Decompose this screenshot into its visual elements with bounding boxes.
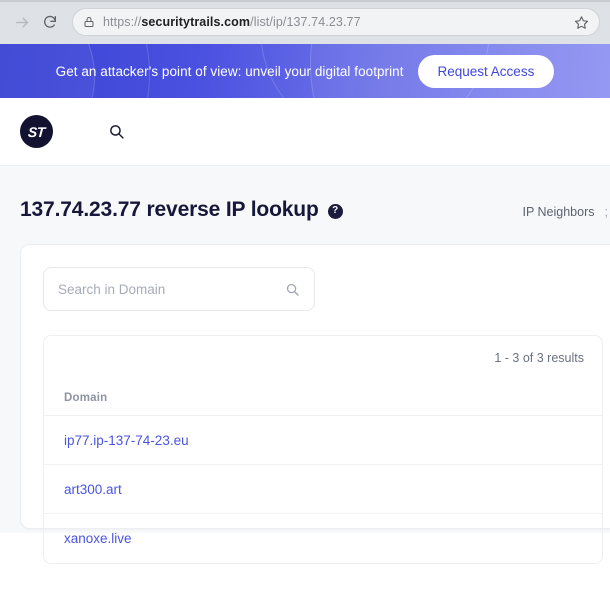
page-content: 137.74.23.77 reverse IP lookup ? IP Neig… [0, 166, 610, 564]
page-header: 137.74.23.77 reverse IP lookup ? IP Neig… [0, 166, 610, 244]
url-text: https://securitytrails.com/list/ip/137.7… [103, 15, 569, 29]
forward-arrow-icon[interactable] [8, 8, 36, 36]
search-icon[interactable] [285, 282, 300, 297]
column-header-domain: Domain [64, 391, 108, 404]
domain-link[interactable]: art300.art [64, 482, 122, 497]
reload-icon[interactable] [36, 8, 64, 36]
table-header-row: Domain [44, 380, 602, 416]
page-title: 137.74.23.77 reverse IP lookup ? [20, 198, 343, 222]
domain-search-box[interactable] [43, 267, 315, 311]
promo-message: Get an attacker's point of view: unveil … [55, 63, 404, 79]
promo-banner: Get an attacker's point of view: unveil … [0, 44, 610, 98]
address-bar[interactable]: https://securitytrails.com/list/ip/137.7… [72, 8, 600, 36]
search-input[interactable] [58, 281, 285, 297]
table-row[interactable]: ip77.ip-137-74-23.eu [44, 416, 602, 465]
url-path: /list/ip/137.74.23.77 [250, 15, 361, 29]
star-icon[interactable] [569, 10, 593, 34]
domain-link[interactable]: xanoxe.live [64, 531, 132, 546]
results-panel: 1 - 3 of 3 results Domain ip77.ip-137-74… [20, 244, 610, 564]
page-header-tabs: IP Neighbors ; [522, 205, 610, 219]
page-title-text: 137.74.23.77 reverse IP lookup [20, 198, 319, 221]
request-access-button[interactable]: Request Access [417, 54, 555, 88]
search-icon[interactable] [105, 121, 127, 143]
results-toolbar: 1 - 3 of 3 results [44, 336, 602, 380]
chrome-top-edge [0, 0, 610, 2]
site-navbar: ST [0, 98, 610, 166]
url-host: securitytrails.com [141, 15, 251, 29]
browser-toolbar: https://securitytrails.com/list/ip/137.7… [0, 0, 610, 44]
url-scheme: https:// [103, 15, 142, 29]
tab-ip-neighbors[interactable]: IP Neighbors [522, 205, 594, 219]
tab-overflow-indicator[interactable]: ; [605, 205, 608, 219]
promo-content: Get an attacker's point of view: unveil … [55, 54, 555, 88]
securitytrails-logo[interactable]: ST [20, 115, 53, 148]
table-row[interactable]: xanoxe.live [44, 514, 602, 563]
results-count: 1 - 3 of 3 results [494, 351, 584, 365]
logo-text: ST [27, 123, 46, 140]
domain-link[interactable]: ip77.ip-137-74-23.eu [64, 433, 189, 448]
help-icon[interactable]: ? [327, 203, 343, 219]
table-row[interactable]: art300.art [44, 465, 602, 514]
lock-icon [83, 15, 95, 29]
results-table-card: 1 - 3 of 3 results Domain ip77.ip-137-74… [43, 335, 603, 564]
